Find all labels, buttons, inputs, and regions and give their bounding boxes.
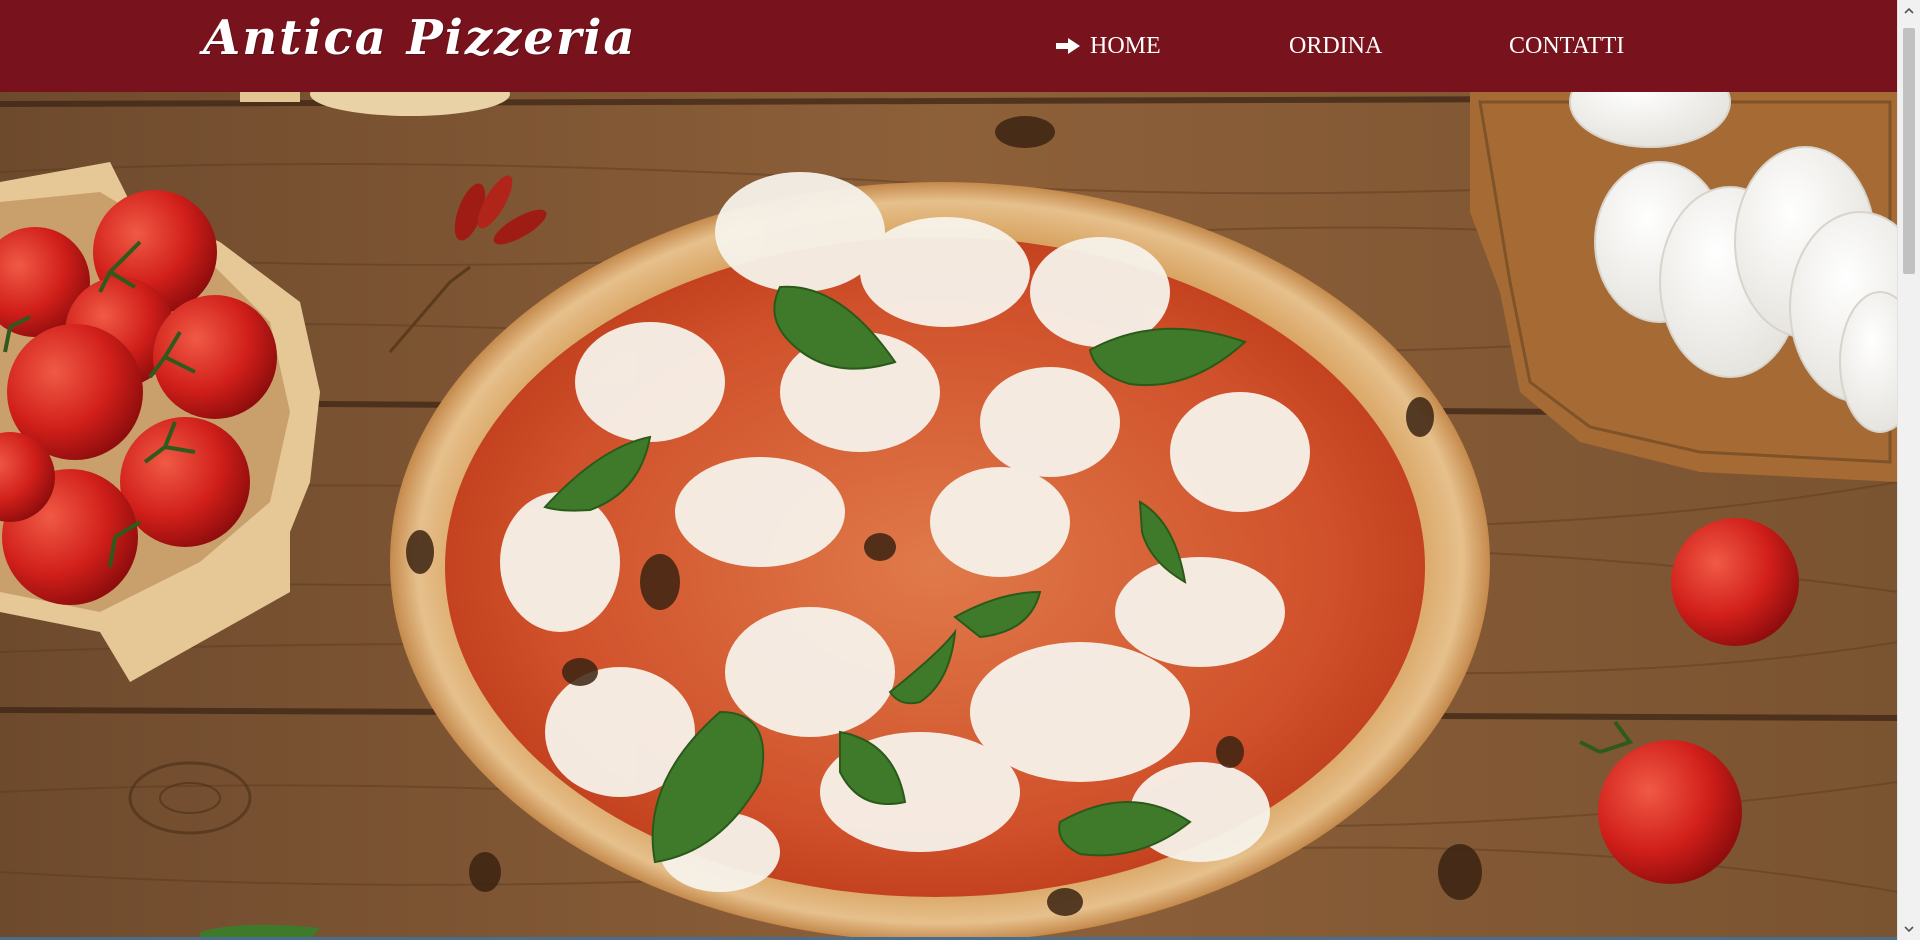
pizza-photo xyxy=(0,92,1898,940)
nav-home[interactable]: HOME xyxy=(1056,28,1161,64)
nav-ordina[interactable]: ORDINA xyxy=(1289,28,1382,64)
nav-contatti-label: CONTATTI xyxy=(1509,33,1625,59)
arrow-right-icon xyxy=(1056,38,1080,54)
scroll-up-icon[interactable] xyxy=(1903,5,1915,17)
nav-ordina-label: ORDINA xyxy=(1289,33,1383,59)
page-scrollbar[interactable] xyxy=(1897,0,1920,940)
scroll-thumb[interactable] xyxy=(1903,28,1915,274)
scroll-down-icon[interactable] xyxy=(1903,923,1915,935)
site-header: Antica Pizzeria HOME ORDINA CONTATTI xyxy=(0,0,1898,92)
hero-image xyxy=(0,92,1898,940)
nav-contatti[interactable]: CONTATTI xyxy=(1509,28,1624,64)
nav-home-label: HOME xyxy=(1090,33,1161,59)
brand-logo[interactable]: Antica Pizzeria xyxy=(203,10,637,66)
